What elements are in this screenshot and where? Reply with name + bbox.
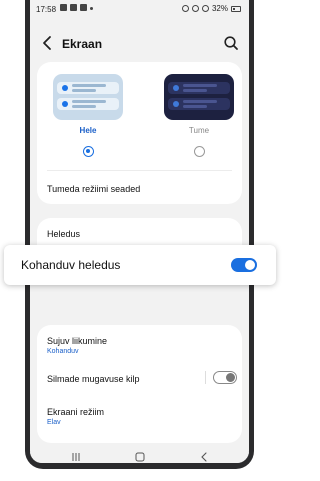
divider (47, 170, 232, 171)
dark-mode-settings-item[interactable]: Tumeda režiimi seaded (47, 184, 140, 194)
more-notifications-icon (90, 7, 93, 10)
back-arrow-icon[interactable] (39, 34, 57, 52)
gallery-notification-icon (70, 4, 77, 11)
theme-card: Hele Tume Tumeda režiimi seaded (37, 62, 242, 204)
eye-comfort-toggle[interactable] (213, 371, 237, 384)
divider (205, 371, 206, 384)
battery-icon (231, 5, 241, 12)
screen-mode-item[interactable]: Ekraani režiim (47, 407, 104, 417)
app-header: Ekraan (30, 28, 249, 60)
eye-comfort-item[interactable]: Silmade mugavuse kilp (47, 374, 140, 384)
phone-screen: 17:58 32% Ekraan Hele Tume Tumeda režiim… (30, 0, 249, 463)
status-time: 17:58 (36, 5, 57, 14)
wifi-icon (191, 5, 199, 12)
adaptive-brightness-item[interactable]: Kohanduv heledus (4, 245, 276, 285)
home-icon[interactable] (134, 452, 146, 462)
adaptive-brightness-toggle[interactable] (231, 258, 257, 272)
dark-theme-preview[interactable] (164, 74, 234, 120)
display-options-card: Sujuv liikumine Kohanduv Silmade mugavus… (37, 325, 242, 443)
settings-notification-icon (60, 4, 67, 11)
brightness-label: Heledus (47, 229, 81, 239)
signal-icon (201, 5, 209, 12)
notification-icons (60, 4, 93, 11)
battery-percent: 32% (211, 4, 228, 13)
light-theme-label: Hele (79, 126, 97, 135)
screen-mode-value: Elav (47, 419, 61, 426)
motion-smoothness-value: Kohanduv (47, 348, 79, 355)
search-icon[interactable] (222, 34, 240, 52)
cloud-notification-icon (80, 4, 87, 11)
system-icons: 32% (181, 4, 241, 13)
dark-theme-label: Tume (188, 126, 210, 135)
adaptive-brightness-label: Kohanduv heledus (21, 258, 121, 272)
page-title: Ekraan (62, 37, 103, 51)
dark-theme-radio[interactable] (194, 146, 205, 157)
back-nav-icon[interactable] (198, 452, 210, 462)
recent-apps-icon[interactable] (70, 452, 82, 462)
light-theme-preview[interactable] (53, 74, 123, 120)
mute-icon (181, 5, 189, 12)
status-bar: 17:58 32% (30, 0, 249, 18)
light-theme-radio[interactable] (83, 146, 94, 157)
motion-smoothness-item[interactable]: Sujuv liikumine (47, 336, 107, 346)
navigation-bar (30, 452, 249, 463)
